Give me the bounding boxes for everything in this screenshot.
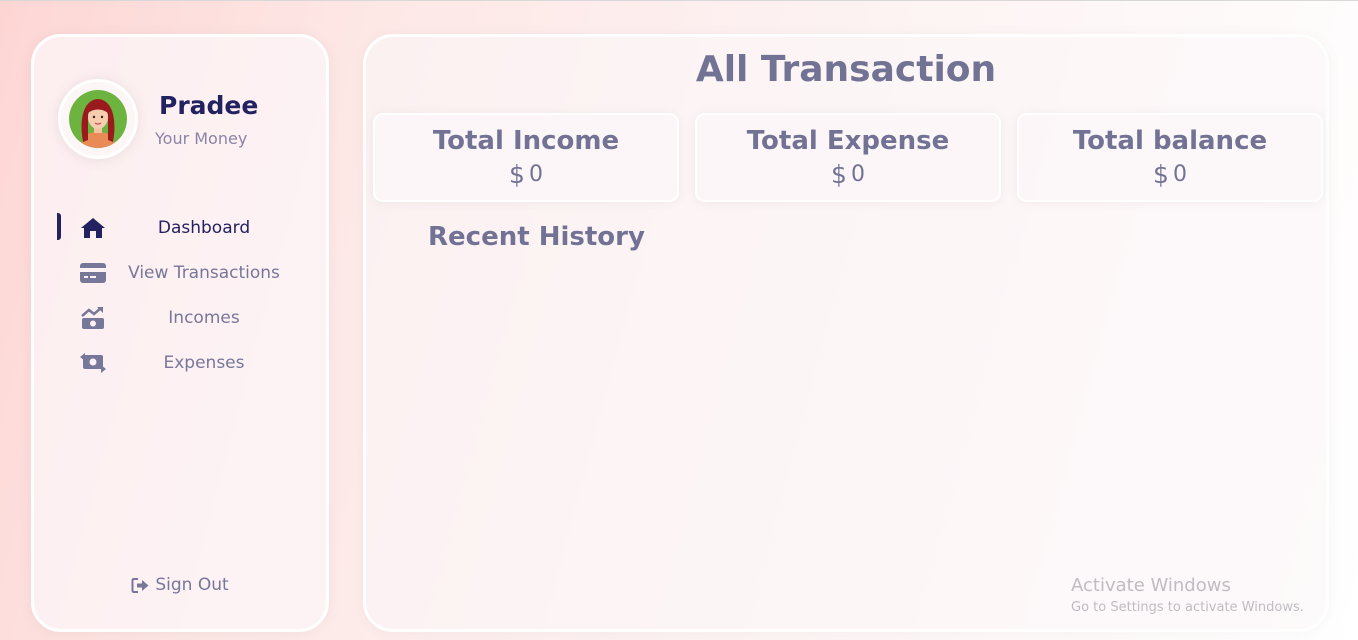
main-panel: All Transaction Total Income $ 0 Total E…	[363, 34, 1329, 632]
card-amount: 0	[850, 161, 865, 187]
sidebar-item-dashboard[interactable]: Dashboard	[34, 205, 326, 250]
sign-out-label: Sign Out	[155, 575, 229, 595]
watermark-title: Activate Windows	[1071, 575, 1231, 596]
currency-symbol: $	[509, 159, 525, 189]
woman-avatar-icon	[69, 90, 127, 148]
sidebar-item-view-transactions[interactable]: View Transactions	[34, 250, 326, 295]
sidebar-item-label: Incomes	[168, 307, 240, 328]
credit-card-icon	[79, 259, 107, 287]
total-income-card: Total Income $ 0	[373, 113, 679, 202]
sidebar-item-expenses[interactable]: Expenses	[34, 340, 326, 385]
user-name: Pradee	[159, 91, 259, 120]
money-trend-icon	[79, 304, 107, 332]
sidebar-item-label: View Transactions	[128, 262, 280, 283]
card-value: $ 0	[831, 160, 865, 189]
watermark-subtitle: Go to Settings to activate Windows.	[1071, 600, 1304, 615]
total-balance-card: Total balance $ 0	[1017, 113, 1323, 202]
card-value: $ 0	[509, 160, 543, 189]
nav-menu: Dashboard View Transactions Incomes Expe…	[34, 205, 326, 385]
home-icon	[79, 214, 107, 242]
money-exchange-icon	[79, 349, 107, 377]
page-title: All Transaction	[695, 49, 997, 90]
sign-out-button[interactable]: Sign Out	[34, 575, 326, 595]
recent-history-heading: Recent History	[428, 222, 645, 252]
card-amount: 0	[528, 161, 543, 187]
active-indicator	[57, 213, 61, 240]
card-title: Total balance	[1072, 126, 1268, 157]
card-amount: 0	[1172, 161, 1187, 187]
sidebar-item-label: Dashboard	[157, 217, 251, 238]
currency-symbol: $	[1153, 159, 1169, 189]
window-top-border	[0, 0, 1358, 1]
sidebar: Pradee Your Money Dashboard View Transac…	[31, 34, 329, 632]
sidebar-item-incomes[interactable]: Incomes	[34, 295, 326, 340]
card-title: Total Income	[432, 126, 620, 157]
summary-cards: Total Income $ 0 Total Expense $ 0 Total…	[373, 113, 1323, 202]
card-value: $ 0	[1153, 160, 1187, 189]
user-tagline: Your Money	[155, 129, 248, 148]
avatar	[58, 79, 138, 159]
card-title: Total Expense	[746, 126, 950, 157]
total-expense-card: Total Expense $ 0	[695, 113, 1001, 202]
currency-symbol: $	[831, 159, 847, 189]
sidebar-item-label: Expenses	[163, 352, 245, 373]
activate-windows-watermark: Activate Windows Go to Settings to activ…	[1071, 575, 1304, 615]
sign-out-icon	[131, 577, 149, 593]
